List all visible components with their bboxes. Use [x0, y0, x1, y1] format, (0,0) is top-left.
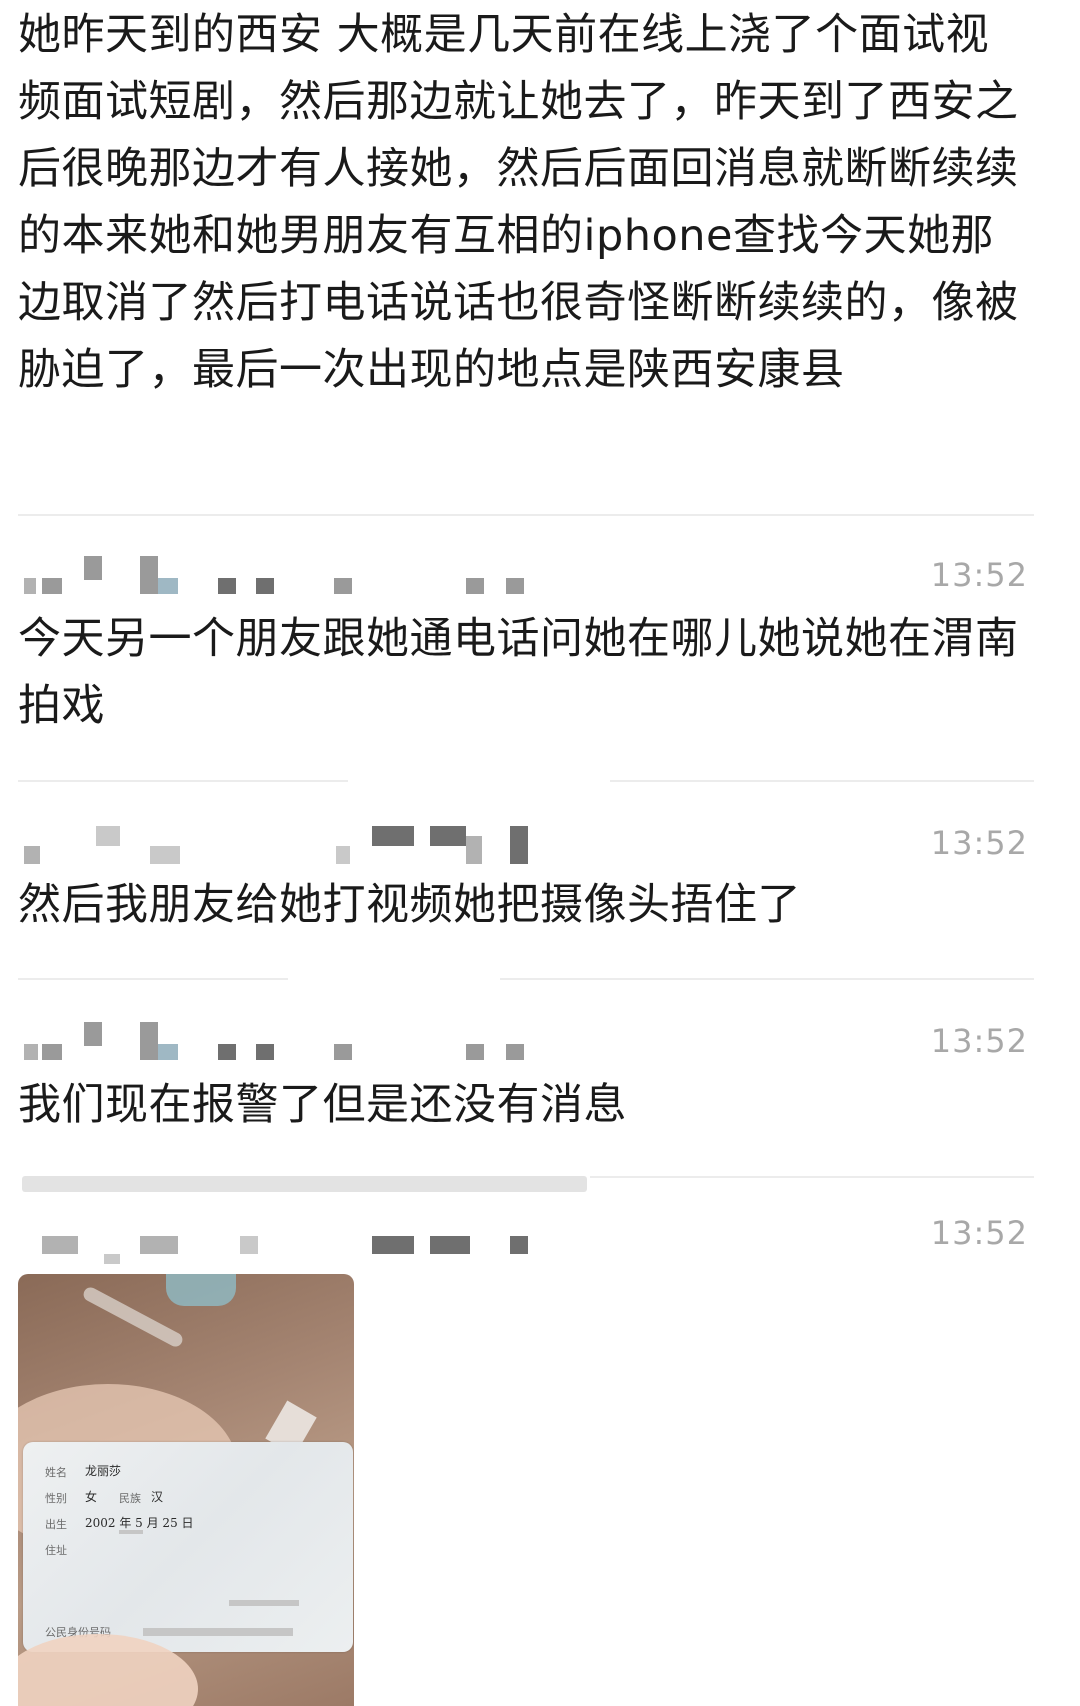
id-card-photo[interactable]: 姓名 龙丽莎 性别 女 民族 汉 出生 2002 年 5 月 25 日 住址 公… — [18, 1274, 354, 1706]
timestamp: 13:52 — [930, 1022, 1028, 1060]
birth-label: 出生 — [45, 1518, 67, 1531]
sex-label: 性别 — [45, 1492, 67, 1505]
bottle-shape — [166, 1274, 236, 1306]
sex-value: 女 — [85, 1490, 98, 1504]
divider — [610, 780, 1034, 782]
message-text: 今天另一个朋友跟她通电话问她在哪儿她说她在渭南拍戏 — [18, 614, 1019, 731]
address-label: 住址 — [45, 1544, 67, 1557]
divider — [18, 780, 348, 782]
timestamp: 13:52 — [930, 556, 1028, 594]
timestamp: 13:52 — [930, 1214, 1028, 1252]
divider — [500, 978, 1034, 980]
divider — [18, 514, 1034, 516]
horizontal-scrollbar[interactable] — [22, 1176, 587, 1192]
message-text: 我们现在报警了但是还没有消息 — [18, 1080, 627, 1130]
name-label: 姓名 — [45, 1466, 67, 1479]
id-number-redacted — [143, 1628, 293, 1636]
divider — [590, 1176, 1034, 1178]
portrait-caption-redacted — [229, 1600, 299, 1606]
address-redacted — [119, 1530, 143, 1534]
timestamp: 13:52 — [930, 824, 1028, 862]
divider — [18, 978, 288, 980]
portrait — [223, 1468, 309, 1588]
ethnicity-value: 汉 — [151, 1490, 164, 1504]
name-value: 龙丽莎 — [85, 1464, 122, 1478]
message-text: 她昨天到的西安 大概是几天前在线上浇了个面试视频面试短剧，然后那边就让她去了，昨… — [18, 10, 1019, 395]
ethnicity-label: 民族 — [119, 1492, 141, 1505]
id-card: 姓名 龙丽莎 性别 女 民族 汉 出生 2002 年 5 月 25 日 住址 公… — [23, 1442, 353, 1652]
birth-value: 2002 年 5 月 25 日 — [85, 1516, 194, 1530]
message-text: 然后我朋友给她打视频她把摄像头捂住了 — [18, 880, 801, 930]
